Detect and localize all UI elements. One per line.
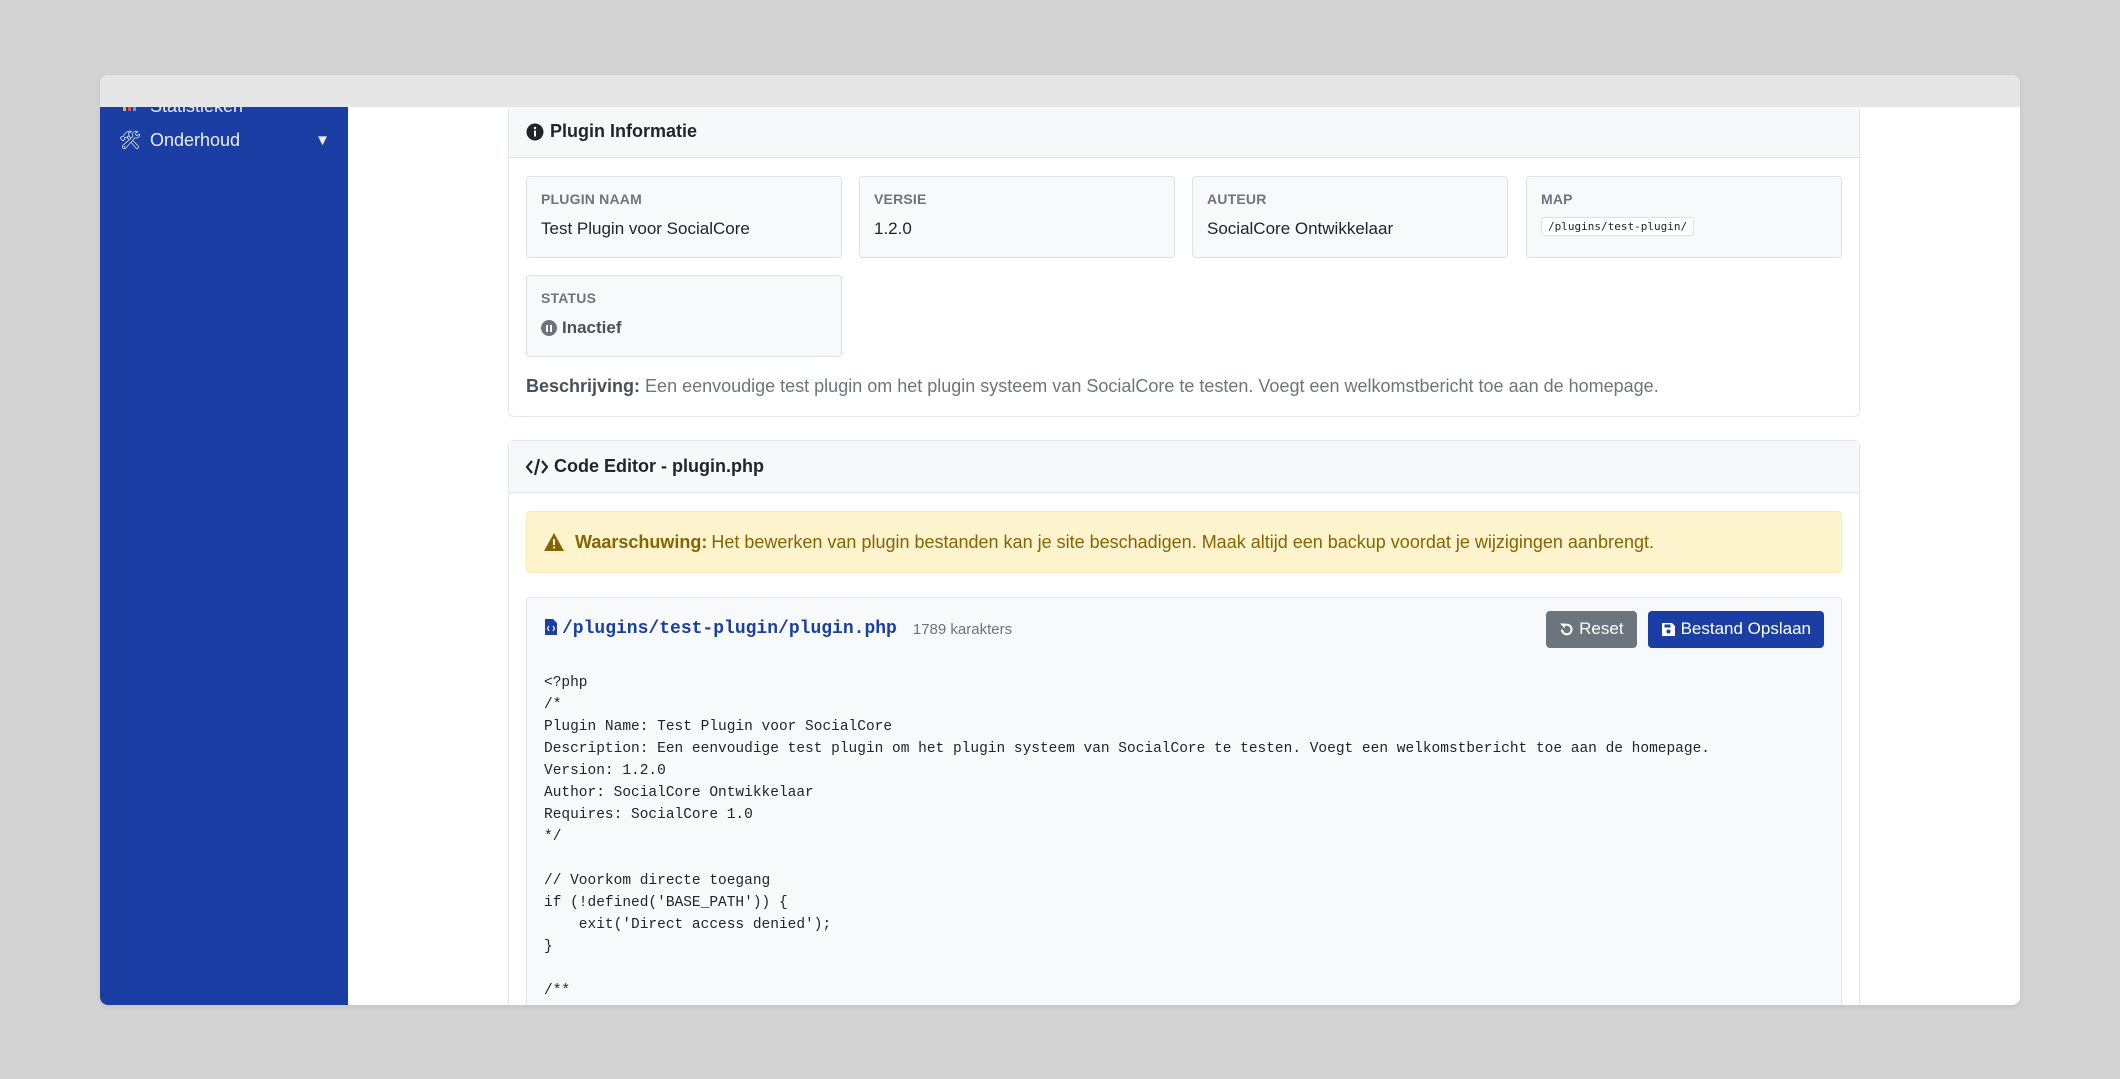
version-label: VERSIE: [874, 191, 927, 207]
status-badge: Inactief: [541, 318, 827, 338]
description-text: Een eenvoudige test plugin om het plugin…: [645, 376, 1659, 396]
window-titlebar: [100, 75, 2020, 107]
pause-circle-icon: [541, 320, 557, 336]
code-editor-card: Code Editor - plugin.php Waarschuwing: H…: [508, 440, 1860, 1005]
plugin-name-label: PLUGIN NAAM: [541, 191, 642, 207]
php-file-icon: [544, 618, 558, 641]
sidebar-item-label: Statistieken: [150, 107, 243, 117]
status-box: STATUS Inactief: [526, 275, 842, 357]
sidebar-item-label: Onderhoud: [150, 130, 241, 150]
file-editor: /plugins/test-plugin/plugin.php 1789 kar…: [526, 597, 1842, 1005]
info-circle-icon: [526, 123, 544, 141]
undo-icon: [1559, 622, 1574, 637]
save-file-button[interactable]: Bestand Opslaan: [1647, 610, 1824, 648]
code-editor-header: Code Editor - plugin.php: [509, 441, 1859, 493]
sidebar-item-onderhoud[interactable]: 🛠 Onderhoud ▼: [118, 130, 330, 151]
version-value: 1.2.0: [874, 219, 912, 238]
folder-label: MAP: [1541, 191, 1573, 207]
author-value: SocialCore Ontwikkelaar: [1207, 219, 1394, 238]
warning-label: Waarschuwing:: [575, 531, 708, 552]
reset-label: Reset: [1579, 619, 1624, 638]
chart-icon: [118, 107, 142, 117]
editor-toolbar: /plugins/test-plugin/plugin.php 1789 kar…: [544, 610, 1824, 648]
plugin-description: Beschrijving: Een eenvoudige test plugin…: [526, 376, 1659, 397]
author-label: AUTEUR: [1207, 191, 1267, 207]
file-path: /plugins/test-plugin/plugin.php: [562, 619, 897, 639]
folder-path: /plugins/test-plugin/: [1541, 217, 1695, 236]
author-box: AUTEUR SocialCore Ontwikkelaar: [1192, 176, 1508, 258]
warning-alert: Waarschuwing: Het bewerken van plugin be…: [526, 511, 1842, 573]
plugin-name-value: Test Plugin voor SocialCore: [541, 219, 750, 238]
browser-window: Statistieken 🛠 Onderhoud ▼ Plugin Inform…: [100, 75, 2020, 1005]
card-title: Plugin Informatie: [550, 121, 698, 141]
version-box: VERSIE 1.2.0: [859, 176, 1175, 258]
status-label: STATUS: [541, 290, 597, 306]
char-count: 1789 karakters: [912, 620, 1013, 638]
code-textarea[interactable]: <?php /* Plugin Name: Test Plugin voor S…: [544, 672, 1831, 1002]
save-label: Bestand Opslaan: [1680, 619, 1811, 638]
plugin-name-box: PLUGIN NAAM Test Plugin voor SocialCore: [526, 176, 842, 258]
plugin-info-card: Plugin Informatie PLUGIN NAAM Test Plugi…: [508, 107, 1860, 417]
code-icon: [526, 458, 548, 476]
chevron-down-icon[interactable]: ▼: [315, 132, 330, 149]
status-value: Inactief: [562, 318, 622, 337]
card-title: Code Editor - plugin.php: [554, 456, 764, 476]
reset-button[interactable]: Reset: [1546, 610, 1637, 648]
warning-text: Het bewerken van plugin bestanden kan je…: [711, 531, 1654, 552]
warning-triangle-icon: [543, 532, 565, 552]
folder-box: MAP /plugins/test-plugin/: [1526, 176, 1842, 258]
tools-icon: 🛠: [118, 130, 142, 150]
sidebar: Statistieken 🛠 Onderhoud ▼: [100, 107, 348, 1005]
plugin-info-header: Plugin Informatie: [509, 107, 1859, 158]
sidebar-item-statistieken[interactable]: Statistieken: [118, 107, 330, 117]
description-label: Beschrijving:: [526, 376, 641, 396]
main-content: Plugin Informatie PLUGIN NAAM Test Plugi…: [348, 107, 2020, 1005]
save-icon: [1661, 622, 1676, 637]
